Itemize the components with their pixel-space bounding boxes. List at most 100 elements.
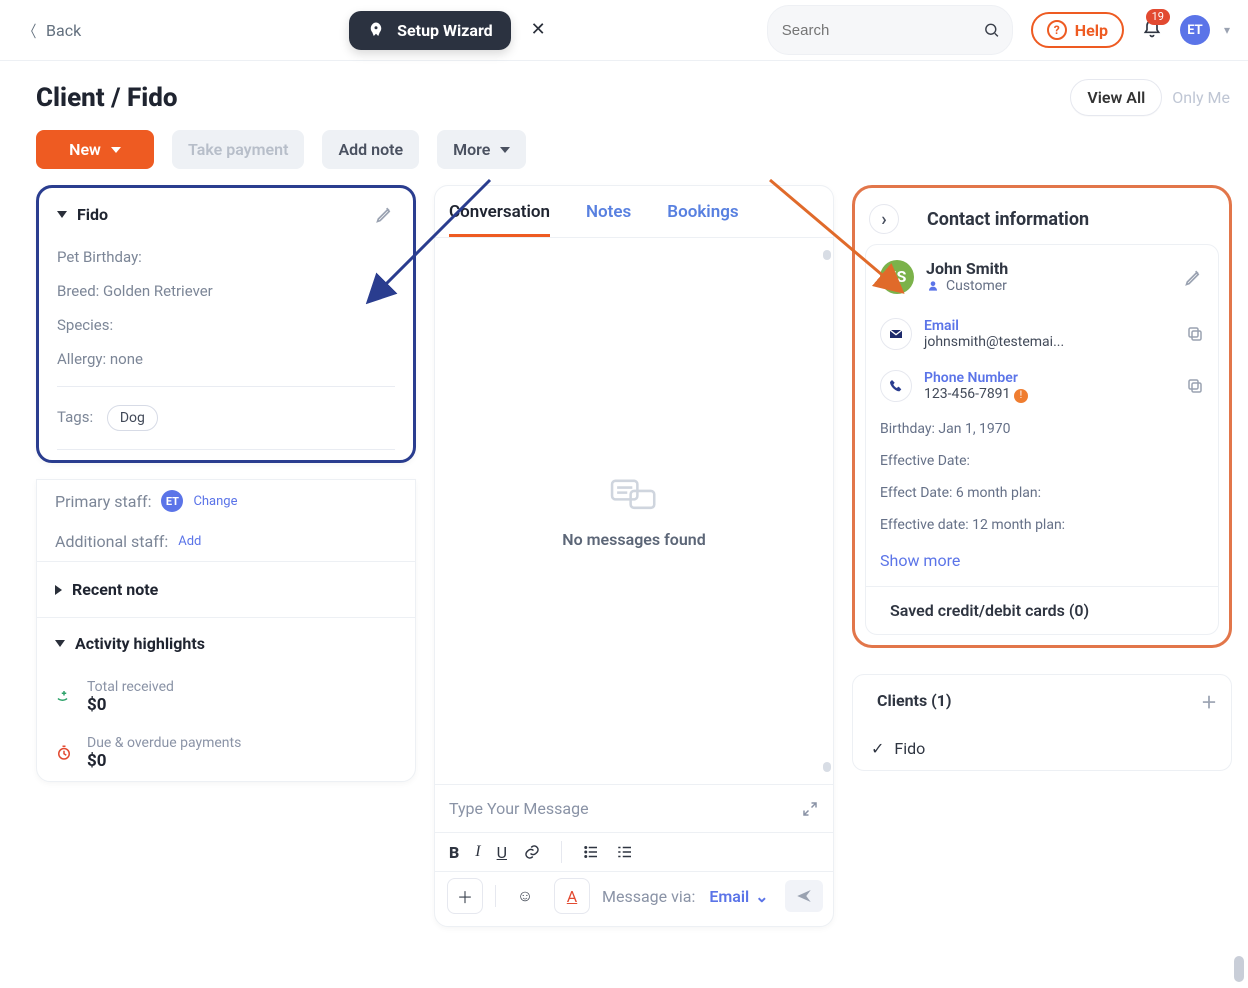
link-icon[interactable] [523,843,541,861]
scrollbar[interactable] [823,246,831,776]
add-note-button[interactable]: Add note [322,130,419,169]
numbered-list-icon[interactable] [616,843,634,861]
topbar: 〈 Back Setup Wizard ✕ ? Help 19 ET ▾ [0,0,1248,61]
messages-empty: No messages found [435,238,833,784]
message-via[interactable]: Message via: Email ⌄ [602,887,769,906]
clients-card: Clients (1) ＋ ✓ Fido [852,674,1232,771]
copy-icon[interactable] [1186,325,1204,343]
text-color-icon[interactable]: A [554,878,590,914]
help-button[interactable]: ? Help [1031,12,1124,48]
due-value: $0 [87,751,241,771]
search-icon [983,21,1000,39]
composer: Type Your Message B I U ＋ [435,784,833,926]
staff-card: Primary staff: ET Change Additional staf… [36,479,416,782]
pet-allergy: Allergy: none [39,342,413,376]
compose-input[interactable]: Type Your Message [435,785,833,832]
activity-title[interactable]: Activity highlights [37,618,415,669]
bold-icon[interactable]: B [449,843,459,862]
effect12-row: Effective date: 12 month plan: [866,509,1218,541]
saved-cards-label: Saved credit/debit cards (0) [890,601,1089,620]
contact-avatar: JS [880,260,914,294]
tag-chip[interactable]: Dog [107,405,158,431]
chevron-down-icon: ⌄ [755,887,768,906]
change-link[interactable]: Change [193,494,237,509]
page-scrollbar[interactable] [1234,956,1244,982]
page-header: Client / Fido View All Only Me [0,61,1248,116]
middle-column: Conversation Notes Bookings No messages … [434,185,834,927]
contact-email: Email johnsmith@testemai... [866,308,1218,360]
view-all-toggle[interactable]: View All [1070,79,1162,116]
pet-breed: Breed: Golden Retriever [39,274,413,308]
search-input[interactable] [767,5,1013,55]
tab-bookings[interactable]: Bookings [667,202,738,237]
show-more-link[interactable]: Show more [866,541,1218,586]
client-item[interactable]: ✓ Fido [853,727,1231,770]
contact-header[interactable]: › Contact information [865,198,1219,244]
add-link[interactable]: Add [178,534,201,549]
bulleted-list-icon[interactable] [582,843,600,861]
help-label: Help [1075,21,1108,40]
setup-wizard-pill[interactable]: Setup Wizard [349,11,511,50]
collapse-icon[interactable]: › [869,204,899,234]
italic-icon[interactable]: I [475,843,480,861]
editor-toolbar: B I U [435,832,833,871]
wizard-wrap: Setup Wizard ✕ [349,11,552,50]
search-field[interactable] [780,21,983,40]
pet-title-row[interactable]: Fido [39,188,413,240]
tabs: Conversation Notes Bookings [435,186,833,238]
only-me-toggle[interactable]: Only Me [1172,88,1230,107]
empty-label: No messages found [562,530,705,549]
pet-tags: Tags: Dog [39,397,413,439]
more-button[interactable]: More [437,130,526,169]
email-value: johnsmith@testemai... [924,334,1064,350]
pet-card: Fido Pet Birthday: Breed: Golden Retriev… [36,185,416,463]
activity-due: Due & overdue payments $0 [37,725,415,781]
tab-conversation[interactable]: Conversation [449,202,550,237]
money-icon [55,688,73,706]
effective-date-row: Effective Date: [866,445,1218,477]
expand-icon[interactable] [801,800,819,818]
contact-name: John Smith [926,259,1008,278]
emoji-icon[interactable]: ☺ [508,879,542,913]
caret-down-icon [500,147,510,153]
pet-birthday: Pet Birthday: [39,240,413,274]
recent-note-section[interactable]: Recent note [37,561,415,618]
close-icon[interactable]: ✕ [525,15,552,45]
birthday-row: Birthday: Jan 1, 1970 [866,413,1218,445]
divider [57,386,395,387]
pet-name: Fido [77,205,108,224]
via-label: Message via: [602,887,695,906]
primary-staff-label: Primary staff: [55,492,151,511]
tab-notes[interactable]: Notes [586,202,631,237]
back-button[interactable]: 〈 Back [14,12,89,48]
send-button[interactable] [785,880,823,912]
pet-card-annotated: Fido Pet Birthday: Breed: Golden Retriev… [36,185,416,463]
clients-header[interactable]: Clients (1) ＋ [853,675,1231,727]
saved-cards[interactable]: Saved credit/debit cards (0) [866,586,1218,634]
contact-person: JS John Smith Customer [866,245,1218,308]
edit-icon[interactable] [375,204,395,224]
contact-title: Contact information [927,209,1089,230]
contact-annotated: › Contact information JS John Smith Cust… [852,185,1232,648]
new-button[interactable]: New [36,130,154,169]
caret-down-icon [57,211,67,218]
user-avatar[interactable]: ET [1180,15,1210,45]
caret-right-icon [55,585,62,595]
plus-icon[interactable]: ＋ [1201,689,1217,713]
view-scope: View All Only Me [1070,79,1230,116]
check-icon: ✓ [871,739,884,758]
notifications-button[interactable]: 19 [1142,19,1162,41]
email-label: Email [924,318,1064,334]
underline-icon[interactable]: U [497,843,507,862]
recent-note-label: Recent note [72,580,158,599]
wizard-label: Setup Wizard [397,21,493,40]
copy-icon[interactable] [1186,377,1204,395]
contact-role: Customer [926,278,1008,294]
toolbar: New Take payment Add note More [0,116,1248,177]
take-payment-button[interactable]: Take payment [172,130,304,169]
avatar-initials: ET [1187,23,1203,38]
add-attachment-button[interactable]: ＋ [447,878,483,914]
more-label: More [453,140,490,159]
rocket-icon [367,21,385,39]
edit-icon[interactable] [1184,267,1204,287]
